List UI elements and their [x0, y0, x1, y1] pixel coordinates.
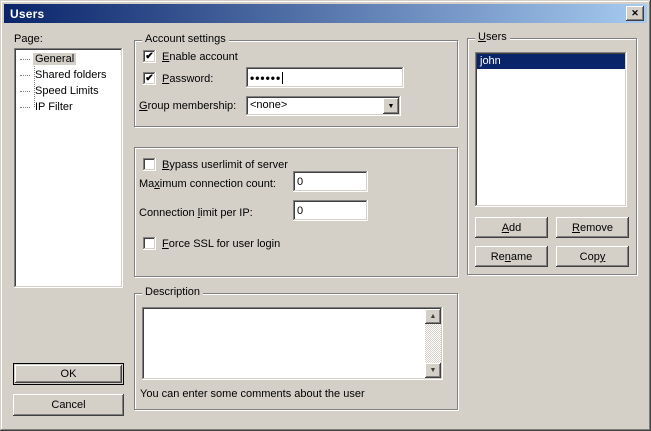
text-caret: [282, 72, 283, 84]
chevron-down-icon[interactable]: ▼: [383, 98, 399, 114]
bypass-userlimit-label[interactable]: Bypass userlimit of server: [162, 159, 288, 171]
connection-per-ip-value: 0: [297, 205, 303, 217]
check-icon: ✔: [145, 51, 153, 62]
window-title: Users: [10, 7, 44, 21]
copy-user-button[interactable]: Copy: [556, 246, 629, 267]
cancel-button[interactable]: Cancel: [13, 394, 124, 416]
page-label: Page:: [14, 33, 43, 45]
description-textarea[interactable]: ▲ ▼: [142, 307, 443, 380]
description-scrollbar[interactable]: ▲ ▼: [425, 309, 441, 378]
tree-item-shared-folders[interactable]: Shared folders: [20, 68, 109, 82]
group-membership-label: Group membership:: [139, 100, 236, 112]
tree-item-speed-limits[interactable]: Speed Limits: [20, 84, 101, 98]
list-item[interactable]: john: [477, 54, 625, 69]
close-icon[interactable]: ✕: [626, 6, 644, 21]
add-user-button[interactable]: Add: [475, 217, 548, 238]
titlebar[interactable]: Users ✕: [4, 4, 647, 23]
password-label[interactable]: Password:: [162, 73, 213, 85]
group-membership-select[interactable]: <none> ▼: [246, 96, 401, 116]
password-checkbox[interactable]: ✔: [143, 72, 156, 85]
scroll-up-icon[interactable]: ▲: [425, 309, 441, 324]
description-hint: You can enter some comments about the us…: [140, 388, 365, 400]
password-input[interactable]: ••••••: [246, 67, 404, 88]
connection-per-ip-input[interactable]: 0: [293, 200, 368, 221]
users-dialog: Users ✕ Page: General Shared folders Spe…: [0, 0, 651, 431]
check-icon: ✔: [145, 73, 153, 84]
max-connection-label: Maximum connection count:: [139, 178, 276, 190]
remove-user-button[interactable]: Remove: [556, 217, 629, 238]
bypass-userlimit-checkbox[interactable]: [143, 158, 156, 171]
description-legend: Description: [142, 286, 203, 298]
enable-account-checkbox[interactable]: ✔: [143, 50, 156, 63]
connection-per-ip-label: Connection limit per IP:: [139, 207, 253, 219]
ok-button[interactable]: OK: [13, 363, 124, 385]
account-settings-legend: Account settings: [142, 33, 229, 45]
tree-item-ip-filter[interactable]: IP Filter: [20, 100, 75, 114]
rename-user-button[interactable]: Rename: [475, 246, 548, 267]
group-membership-value: <none>: [250, 99, 287, 111]
force-ssl-label[interactable]: Force SSL for user login: [162, 238, 280, 250]
max-connection-value: 0: [297, 176, 303, 188]
users-legend: Users: [475, 31, 510, 43]
page-tree[interactable]: General Shared folders Speed Limits IP F…: [14, 48, 123, 288]
force-ssl-checkbox[interactable]: [143, 237, 156, 250]
max-connection-input[interactable]: 0: [293, 171, 368, 192]
users-list[interactable]: john: [475, 52, 627, 207]
tree-item-general[interactable]: General: [20, 52, 76, 66]
password-value: ••••••: [250, 71, 281, 85]
enable-account-label[interactable]: Enable account: [162, 51, 238, 63]
scroll-down-icon[interactable]: ▼: [425, 363, 441, 378]
